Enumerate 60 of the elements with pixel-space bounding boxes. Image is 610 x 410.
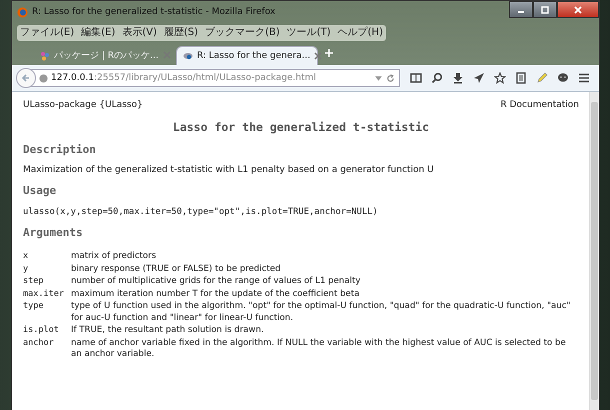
globe-icon	[39, 74, 48, 82]
download-icon[interactable]	[452, 72, 464, 84]
address-field[interactable]: 127.0.0.1:25557/library/ULasso/html/ULasso-package.html	[30, 69, 400, 87]
scrollbar[interactable]	[589, 92, 599, 410]
back-arrow-icon	[21, 73, 31, 83]
argument-description: maximum iteration number T for the update of the coefficient beta	[71, 288, 360, 300]
page-topic: ULasso-package {ULasso}	[23, 100, 143, 110]
maximize-icon	[540, 6, 550, 14]
argument-name: max.iter	[23, 288, 65, 300]
argument-name: y	[23, 264, 30, 275]
tab-favicon-icon	[40, 50, 50, 60]
close-icon	[314, 52, 322, 60]
argument-description: binary response (TRUE or FALSE) to be predicted	[71, 264, 282, 275]
page-title: Lasso for the generalized t-statistic	[172, 120, 430, 134]
star-icon[interactable]	[494, 72, 506, 84]
argument-description: matrix of predictors	[71, 251, 158, 262]
minimize-button[interactable]	[509, 1, 533, 18]
argument-description: If TRUE, the resultant path solution is drawn.	[71, 325, 265, 336]
argument-name: is.plot	[23, 325, 60, 336]
section-heading: Usage	[23, 184, 58, 197]
menu-item[interactable]: ヘルプ(H)	[338, 26, 383, 40]
window-title: R: Lasso for the generalized t-statistic - Mozilla Firefox	[32, 7, 276, 17]
usage-code: ulasso(x,y,step=50,max.iter=50,type="opt",is.plot=TRUE,anchor=NULL)	[23, 207, 379, 217]
menu-item[interactable]: 編集(E)	[81, 26, 116, 40]
send-icon[interactable]	[473, 72, 485, 84]
close-icon	[573, 6, 583, 14]
argument-name: step	[23, 276, 44, 288]
reader-view-icon[interactable]	[410, 72, 422, 84]
argument-name: x	[23, 251, 30, 262]
section-heading: Arguments	[23, 226, 84, 239]
tab-close-button[interactable]	[314, 52, 322, 60]
chat-icon[interactable]	[557, 72, 569, 84]
menu-icon[interactable]	[578, 72, 590, 84]
tab-label: パッケージ | Rのパッケ...	[54, 50, 159, 62]
documentation-label: R Documentation	[500, 100, 579, 110]
dropdown-icon[interactable]	[374, 74, 383, 82]
argument-description: name of anchor variable fixed in the algorithm. If NULL the variable with the highest value of AUC is selected to be an anchor variable.	[71, 338, 567, 360]
tab-label: R: Lasso for the genera...	[197, 51, 310, 61]
maximize-button[interactable]	[533, 1, 557, 18]
argument-name: anchor	[23, 338, 55, 350]
close-button[interactable]	[557, 1, 599, 18]
scroll-thumb[interactable]	[591, 102, 598, 400]
menu-item[interactable]: ブックマーク(B)	[205, 26, 280, 40]
description-text: Maximization of the generalized t-statistic with L1 penalty based on a generator function U	[23, 165, 435, 175]
menu-item[interactable]: 履歴(S)	[164, 26, 198, 40]
plus-icon	[324, 48, 334, 58]
browser-tab[interactable]: パッケージ | Rのパッケ...	[34, 46, 176, 65]
section-heading: Description	[23, 143, 97, 156]
search-icon[interactable]	[431, 72, 443, 84]
argument-description: type of U function used in the algorithm. "opt" for the optimal-U function, "quad" for the quadratic-U function, "auc" for auc-U function and "linear" for linear-U function.	[71, 301, 572, 324]
menu-item[interactable]: ファイル(E)	[20, 26, 74, 40]
reload-icon[interactable]	[386, 74, 395, 82]
pencil-icon[interactable]	[536, 72, 548, 84]
argument-description: number of multiplicative grids for the range of values of L1 penalty	[71, 276, 362, 288]
menu-item[interactable]: ツール(T)	[286, 26, 331, 40]
argument-name: type	[23, 301, 44, 313]
tab-favicon-icon	[183, 51, 193, 61]
firefox-icon	[17, 6, 28, 18]
menu-item[interactable]: 表示(V)	[122, 26, 157, 40]
bookmarks-icon[interactable]	[515, 72, 527, 84]
